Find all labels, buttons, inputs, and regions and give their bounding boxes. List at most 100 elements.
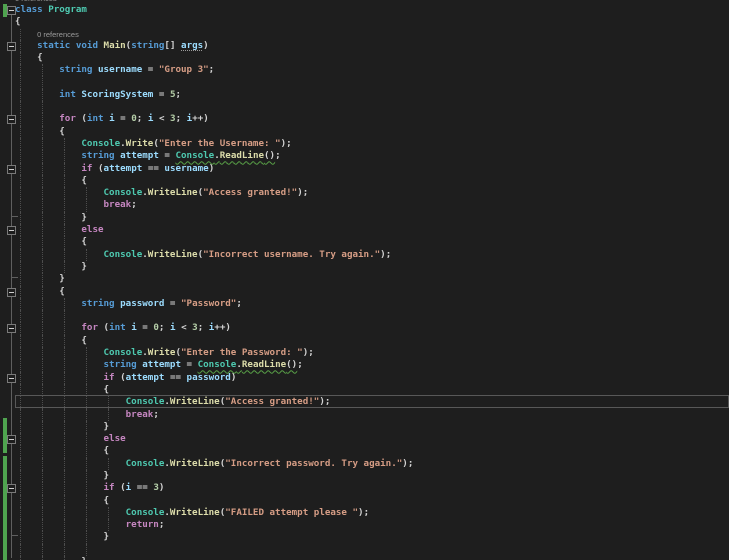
code-line[interactable]: } (15, 273, 729, 286)
codelens-label[interactable]: 0 references (37, 30, 79, 39)
fold-toggle[interactable] (7, 484, 16, 493)
code-token: } (15, 273, 65, 285)
code-line[interactable]: Console.Write("Enter the Password: "); (15, 347, 729, 360)
fold-toggle[interactable] (7, 42, 16, 51)
code-token: { (15, 16, 21, 28)
code-line[interactable]: Console.Write("Enter the Username: "); (15, 137, 729, 151)
code-line[interactable]: if (attempt == password) (15, 371, 729, 384)
code-line[interactable]: } (15, 469, 729, 483)
code-token: { (15, 125, 65, 137)
code-token: { (15, 334, 87, 346)
code-line[interactable]: Console.WriteLine("Access granted!"); (15, 396, 729, 409)
code-line[interactable]: { (15, 334, 729, 348)
code-line[interactable] (15, 310, 729, 323)
code-line[interactable]: { (15, 125, 729, 138)
code-line[interactable]: string password = "Password"; (15, 297, 729, 311)
code-editor[interactable]: 0 referencesclass Program{0 references s… (0, 0, 729, 560)
code-line[interactable] (15, 543, 729, 557)
code-line[interactable]: int ScoringSystem = 5; (15, 88, 729, 102)
fold-toggle[interactable] (7, 226, 16, 235)
code-line[interactable]: if (attempt == username) (15, 162, 729, 175)
code-line[interactable]: { (15, 494, 729, 507)
code-token: "Access granted!" (203, 187, 298, 199)
fold-toggle[interactable] (7, 165, 16, 174)
code-line[interactable]: static void Main(string[] args) (15, 39, 729, 52)
code-token: ++) (214, 322, 231, 334)
fold-toggle[interactable] (7, 288, 16, 297)
code-token: ; (297, 359, 303, 371)
code-line[interactable]: Console.WriteLine("Incorrect password. T… (15, 457, 729, 470)
code-line[interactable]: { (15, 174, 729, 188)
code-line[interactable]: string attempt = Console.ReadLine(); (15, 359, 729, 372)
code-token: ( (120, 371, 126, 383)
code-line[interactable]: { (15, 383, 729, 397)
code-line[interactable]: } (15, 556, 729, 560)
code-token: ) (230, 371, 237, 383)
code-token: = (169, 297, 181, 309)
code-area[interactable]: 0 referencesclass Program{0 references s… (15, 0, 729, 560)
code-token: ; (175, 113, 187, 125)
fold-toggle[interactable] (7, 115, 16, 124)
code-token: static void (37, 39, 104, 51)
code-line[interactable]: } (15, 211, 729, 225)
code-token: WriteLine (169, 506, 220, 518)
code-line[interactable]: { (15, 236, 729, 249)
code-line[interactable]: { (15, 51, 729, 65)
code-token: string (59, 64, 98, 76)
fold-toggle[interactable] (7, 374, 16, 383)
code-line[interactable]: } (15, 260, 729, 274)
code-line[interactable]: break; (15, 199, 729, 212)
code-line[interactable]: else (15, 224, 729, 237)
code-line[interactable]: } (15, 531, 729, 544)
fold-toggle[interactable] (7, 435, 16, 444)
minus-icon (9, 169, 14, 170)
code-line[interactable]: Console.WriteLine("Access granted!"); (15, 187, 729, 200)
code-token: Console (197, 359, 237, 371)
code-line[interactable]: break; (15, 408, 729, 421)
references-codelens[interactable]: 0 references (15, 28, 729, 40)
code-token: username (164, 162, 209, 174)
code-line[interactable]: Console.WriteLine("FAILED attempt please… (15, 506, 729, 520)
code-token: Write (147, 347, 176, 359)
code-line[interactable]: { (15, 445, 729, 458)
code-token: Console (125, 396, 165, 408)
code-line[interactable]: } (15, 420, 729, 434)
code-line[interactable]: if (i == 3) (15, 482, 729, 495)
minus-icon (9, 230, 14, 231)
code-line[interactable]: string username = "Group 3"; (15, 64, 729, 77)
code-token: Console (81, 137, 121, 149)
code-token: == (169, 371, 187, 383)
code-line[interactable]: string attempt = Console.ReadLine(); (15, 150, 729, 163)
code-token: int (86, 113, 110, 125)
code-line[interactable]: for (int i = 0; i < 3; i++) (15, 113, 729, 126)
code-token: password (186, 371, 231, 383)
code-line[interactable]: { (15, 16, 729, 28)
code-token: ; (131, 199, 137, 211)
code-token: if (103, 371, 121, 383)
code-token: "Enter the Password: " (181, 347, 303, 359)
code-line[interactable]: return; (15, 519, 729, 532)
fold-toggle[interactable] (7, 6, 16, 15)
indent-guide (19, 76, 21, 89)
codelens-label[interactable]: 0 references (15, 0, 57, 3)
code-line[interactable] (15, 76, 729, 89)
code-line[interactable]: else (15, 433, 729, 446)
code-token: . (214, 150, 220, 162)
code-line[interactable] (15, 101, 729, 114)
code-line[interactable]: class Program (15, 4, 729, 16)
code-token: i (170, 322, 182, 334)
fold-toggle[interactable] (7, 324, 16, 333)
code-line[interactable]: Console.WriteLine("Incorrect username. T… (15, 248, 729, 261)
indent-guide (85, 543, 87, 557)
code-line[interactable]: for (int i = 0; i < 3; i++) (15, 322, 729, 335)
minus-icon (9, 378, 14, 379)
code-token: ScoringSystem (81, 88, 159, 100)
code-token: ; (136, 113, 148, 125)
code-token: Console (125, 506, 165, 518)
code-line[interactable]: { (15, 285, 729, 298)
